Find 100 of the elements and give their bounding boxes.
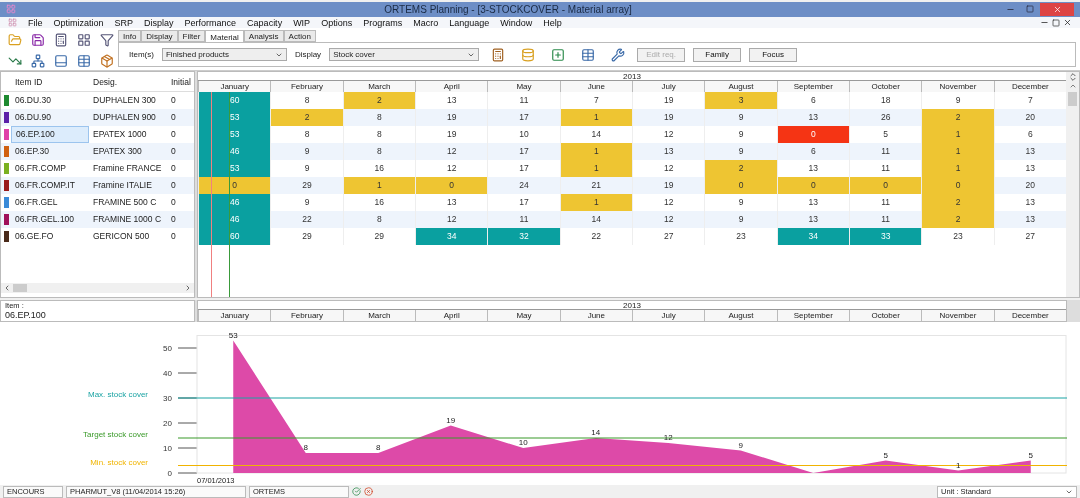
item-id-cell[interactable]: 06.EP.100 — [11, 126, 89, 144]
column-header: June — [559, 81, 632, 93]
item-id-cell[interactable]: 06.FR.COMP.IT — [11, 177, 89, 195]
scrollbar-thumb[interactable] — [1068, 92, 1077, 107]
panel-icon — [54, 54, 68, 69]
grid-icon — [77, 33, 91, 48]
menu-item[interactable]: Options — [321, 17, 353, 28]
table-cell: 2 — [921, 109, 994, 127]
expand-icon — [1067, 72, 1078, 83]
table-cell-text: 0 — [170, 162, 177, 176]
vertical-scrollbar[interactable] — [1066, 72, 1079, 298]
action-button[interactable]: Family — [693, 47, 742, 62]
table-cell: 2 — [921, 211, 994, 229]
column-header: Initial — [170, 76, 192, 87]
table-cell-text: Framine ITALIE — [92, 179, 153, 193]
scrollbar-thumb[interactable] — [13, 284, 27, 293]
axis-tick-label: 30 — [163, 394, 172, 404]
item-id-cell[interactable]: 06.FR.COMP — [11, 160, 89, 178]
table-cell-text: DUPHALEN 300 — [92, 94, 157, 108]
table-cell: 53 — [198, 160, 271, 178]
wrench-icon — [611, 47, 626, 62]
menu-item[interactable]: Capacity — [247, 17, 283, 28]
table-cell-text: 0 — [170, 230, 177, 244]
menu-item[interactable]: Optimization — [53, 17, 104, 28]
axis-category-label: April — [415, 310, 488, 322]
menu-item[interactable]: Performance — [184, 17, 237, 28]
column-header: April — [415, 81, 488, 93]
table-cell: 1 — [559, 143, 632, 161]
data-label: 8 — [376, 443, 381, 453]
tab[interactable]: Analysis — [243, 30, 284, 43]
network-icon — [31, 54, 45, 69]
data-label: 9 — [738, 440, 743, 450]
display-select[interactable]: Stock cover — [329, 48, 480, 62]
item-select[interactable]: Finished products — [161, 48, 287, 62]
axis-category-label: November — [921, 310, 994, 322]
axis-category-label: March — [342, 310, 415, 322]
horizontal-scrollbar[interactable] — [1, 283, 194, 294]
table-cell: 1 — [559, 109, 632, 127]
column-header: February — [270, 81, 343, 93]
table-cell-text: FRAMINE 1000 C — [92, 213, 163, 227]
menu-item[interactable]: Display — [144, 17, 174, 28]
data-label: 8 — [303, 443, 308, 453]
table-cell: 1 — [559, 160, 632, 178]
table-cell: 0 — [198, 177, 271, 195]
data-label: 10 — [518, 438, 528, 448]
table-cell: 29 — [270, 228, 343, 246]
item-id-cell[interactable]: 06.DU.90 — [11, 109, 89, 127]
table-cell: 27 — [632, 228, 705, 246]
table-cell: 33 — [849, 228, 922, 246]
package-icon — [100, 54, 114, 69]
axis-tick-label: 0 — [167, 469, 172, 478]
table-cell-text: 0 — [170, 111, 177, 125]
axis-tick-label: 50 — [163, 344, 172, 354]
cancel-icon — [364, 487, 373, 497]
column-header: Desig. — [92, 76, 119, 87]
item-id-cell[interactable]: 06.EP.30 — [11, 143, 89, 161]
item-id-cell[interactable]: 06.FR.GEL.100 — [11, 211, 89, 229]
table-cell: 1 — [342, 177, 415, 195]
close-icon[interactable] — [1063, 18, 1072, 28]
table-cell: 0 — [849, 177, 922, 195]
menu-item[interactable]: Programs — [363, 17, 403, 28]
table-cell: 2 — [270, 109, 343, 127]
axis-tick-label: 10 — [163, 444, 172, 454]
menu-item[interactable]: Window — [500, 17, 533, 28]
folder-icon — [8, 33, 22, 48]
table-cell: 2 — [342, 92, 415, 110]
tab[interactable]: Display — [141, 30, 178, 43]
axis-category-label: August — [704, 310, 777, 322]
table-cell-text: 0 — [170, 179, 177, 193]
axis-category-label: January — [198, 310, 271, 322]
add-row-icon — [551, 47, 566, 62]
column-header: August — [704, 81, 777, 93]
table-cell: 23 — [704, 228, 777, 246]
table-cell-text: 0 — [170, 94, 177, 108]
item-id-cell[interactable]: 06.DU.30 — [11, 92, 89, 110]
column-header: Item ID — [14, 76, 44, 87]
table-cell: 46 — [198, 143, 271, 161]
table-cell-text: 0 — [170, 128, 177, 142]
calculator-icon — [54, 33, 68, 48]
menu-item[interactable]: Language — [449, 17, 490, 28]
item-id-cell[interactable]: 06.GE.FO — [11, 228, 89, 246]
menu-item[interactable]: Help — [543, 17, 562, 28]
table-cell: 60 — [198, 92, 271, 110]
menu-item[interactable]: WIP — [293, 17, 311, 28]
tab[interactable]: Filter — [177, 30, 206, 43]
action-button[interactable]: Focus — [749, 47, 798, 62]
menu-item[interactable]: Macro — [413, 17, 439, 28]
menu-item[interactable]: SRP — [114, 17, 134, 28]
table-cell: 34 — [415, 228, 488, 246]
menu-item[interactable]: File — [28, 17, 43, 28]
table-cell: 0 — [921, 177, 994, 195]
item-id-cell[interactable]: 06.FR.GEL — [11, 194, 89, 212]
table-cell: 46 — [198, 211, 271, 229]
table-cell: 53 — [198, 126, 271, 144]
chevron-right-icon — [184, 284, 192, 293]
data-label: 5 — [1028, 450, 1033, 460]
table-cell: 1 — [921, 143, 994, 161]
tab[interactable]: Info — [118, 30, 142, 43]
tab[interactable]: Action — [283, 30, 316, 43]
restore-icon[interactable] — [1052, 18, 1060, 27]
